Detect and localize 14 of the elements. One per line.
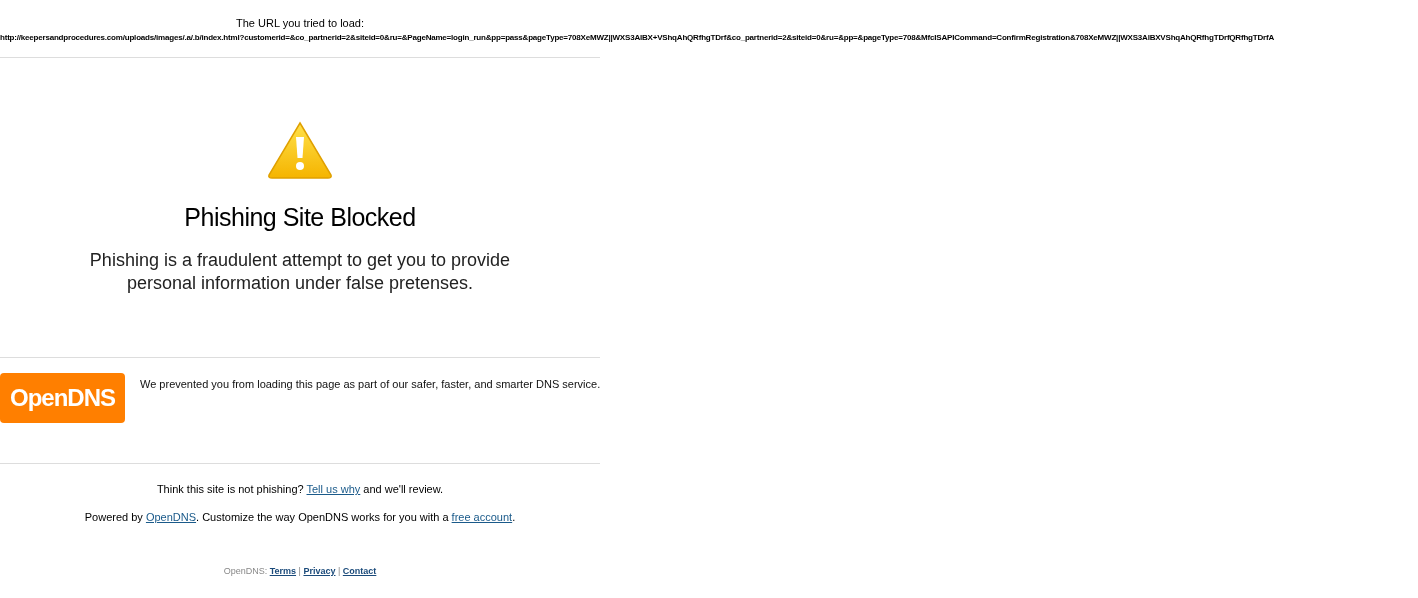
url-text: http://keepersandprocedures.com/uploads/images/.a/.b/index.html?customerid=&co_partnerid=2&siteid=0&ru=&PageName=login_run&pp=pass&pageType=708XeMWZ||WXS3AlBX+VShqAhQRfhgTDrf&co_partnerid=2&siteid=0&ru=&pp=&pageType=708&MfcISAPICommand=ConfirmRegistration&708XeMWZ||WXS3AlBXVShqAhQRfhgTDrfQRfhgTDrfA <box>0 32 1275 44</box>
link[interactable]: Contact <box>342 566 377 576</box>
opendns-logo: OpenDNS <box>0 373 125 423</box>
description: Phishing is a fraudulent attempt to get you to provide personal information under false pretenses. <box>88 249 512 295</box>
warning-icon <box>267 120 333 180</box>
url-label: The URL you tried to load: <box>236 16 364 30</box>
powered-by-text: Powered by OpenDNS. Customize the way OpenDNS works for you with a free account. <box>84 509 516 525</box>
link[interactable]: Privacy <box>303 566 336 576</box>
page-title: Phishing Site Blocked <box>184 202 416 232</box>
link[interactable]: Tell us why <box>306 483 361 495</box>
message: We prevented you from loading this page as part of our safer, faster, and smarter DNS service. <box>140 377 601 392</box>
footer-links: OpenDNS: Terms | Privacy | Contact <box>223 565 377 578</box>
link[interactable]: Terms <box>269 566 297 576</box>
review-text: Think this site is not phishing? Tell us why and we'll review. <box>156 482 444 497</box>
